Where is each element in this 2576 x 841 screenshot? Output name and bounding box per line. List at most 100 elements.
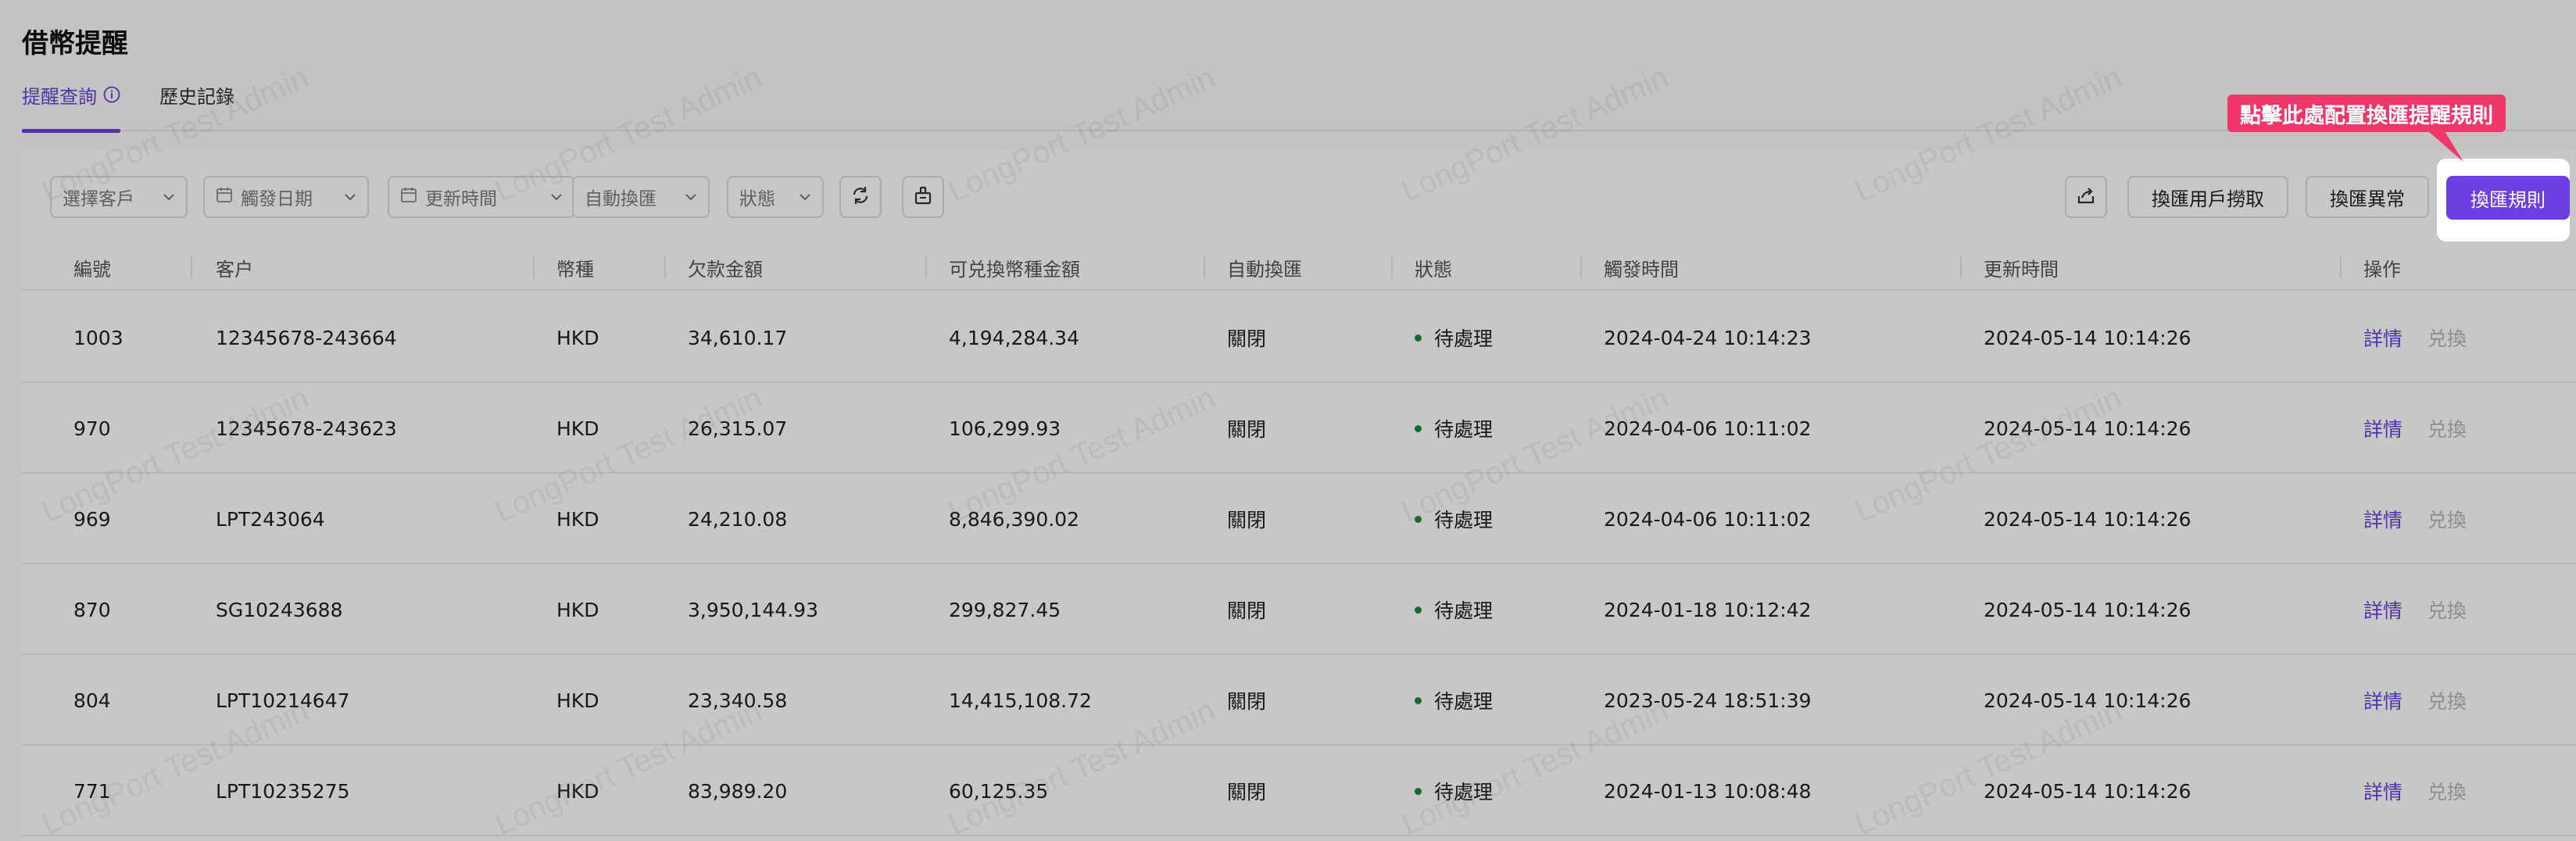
cell-debt: 24,210.08 — [688, 507, 788, 531]
cell-id: 969 — [73, 507, 111, 531]
column-divider — [1391, 256, 1393, 278]
customer-select[interactable]: 選擇客戶 — [50, 176, 188, 218]
cell-update-time: 2024-05-14 10:14:26 — [1984, 779, 2191, 803]
cell-debt: 34,610.17 — [688, 326, 788, 349]
cell-exchangeable: 60,125.35 — [949, 779, 1049, 803]
cell-trigger-time: 2024-01-13 10:08:48 — [1604, 779, 1812, 803]
cell-auto-exchange: 關閉 — [1227, 690, 1267, 713]
user-fetch-button[interactable]: 換匯用戶撈取 — [2127, 176, 2288, 218]
guide-callout: 點擊此處配置換匯提醒規則 — [2227, 95, 2506, 132]
calendar-icon — [216, 186, 233, 208]
tab-history[interactable]: 歷史記錄 — [159, 81, 234, 131]
eraser-icon — [913, 185, 933, 209]
content-card: 選擇客戶 觸發日期 更新時間 自動換匯 狀態 換匯用戶撈取 換匯異常 編號 客户… — [22, 150, 2576, 841]
cell-auto-exchange: 關閉 — [1227, 327, 1267, 350]
column-header: 客户 — [216, 258, 253, 281]
column-divider — [925, 256, 927, 278]
exchange-exception-button[interactable]: 換匯異常 — [2306, 176, 2429, 218]
calendar-icon — [400, 186, 417, 208]
column-divider — [1960, 256, 1962, 278]
status-text: 待處理 — [1434, 690, 1494, 713]
status-dot — [1415, 424, 1422, 432]
column-divider — [1204, 256, 1205, 278]
column-divider — [191, 256, 192, 278]
cell-debt: 23,340.58 — [688, 689, 788, 712]
cell-currency: HKD — [556, 598, 599, 621]
detail-link[interactable]: 詳情 — [2363, 414, 2402, 442]
column-header: 狀態 — [1415, 258, 1452, 281]
status-dot — [1415, 515, 1422, 523]
detail-link[interactable]: 詳情 — [2363, 596, 2402, 624]
cell-status: 待處理 — [1415, 292, 1493, 383]
cell-exchangeable: 8,846,390.02 — [949, 507, 1079, 531]
cell-currency: HKD — [556, 689, 599, 712]
column-divider — [533, 256, 535, 278]
auto-exchange-select[interactable]: 自動換匯 — [572, 176, 710, 218]
tab-bar: 提醒查詢 歷史記錄 — [22, 81, 2576, 133]
exchange-link[interactable]: 兑換 — [2428, 686, 2467, 714]
status-text: 待處理 — [1434, 327, 1494, 350]
cell-currency: HKD — [556, 417, 599, 440]
tab-label: 提醒查詢 — [22, 86, 97, 108]
detail-link[interactable]: 詳情 — [2363, 505, 2402, 533]
detail-link[interactable]: 詳情 — [2363, 324, 2402, 352]
tab-label: 歷史記錄 — [159, 86, 234, 108]
update-time-picker[interactable]: 更新時間 — [388, 176, 575, 218]
table-row: 970 12345678-243623 HKD 26,315.07 106,29… — [22, 383, 2576, 474]
cell-id: 970 — [73, 417, 111, 440]
clear-filters-button[interactable] — [902, 176, 944, 218]
exchange-link[interactable]: 兑換 — [2428, 505, 2467, 533]
cell-status: 待處理 — [1415, 383, 1493, 474]
status-placeholder: 狀態 — [739, 189, 775, 209]
exchange-link[interactable]: 兑換 — [2428, 414, 2467, 442]
cell-trigger-time: 2024-04-24 10:14:23 — [1604, 326, 1812, 349]
cell-status: 待處理 — [1415, 564, 1493, 655]
cell-update-time: 2024-05-14 10:14:26 — [1984, 689, 2191, 712]
trigger-date-placeholder: 觸發日期 — [241, 189, 313, 209]
cell-id: 870 — [73, 598, 111, 621]
cell-exchangeable: 106,299.93 — [949, 417, 1061, 440]
info-icon[interactable] — [103, 86, 120, 103]
export-button[interactable] — [2065, 176, 2107, 218]
status-dot — [1415, 696, 1422, 704]
table-row: 1003 12345678-243664 HKD 34,610.17 4,194… — [22, 292, 2576, 383]
cell-id: 804 — [73, 689, 111, 712]
tab-reminder-query[interactable]: 提醒查詢 — [22, 81, 120, 133]
chevron-down-icon — [344, 193, 356, 201]
column-header: 自動換匯 — [1227, 258, 1302, 281]
status-select[interactable]: 狀態 — [727, 176, 824, 218]
cell-actions: 詳情 兑換 — [2363, 655, 2467, 746]
exchange-link[interactable]: 兑換 — [2428, 324, 2467, 352]
cell-trigger-time: 2023-05-24 18:51:39 — [1604, 689, 1812, 712]
export-icon — [2076, 185, 2096, 209]
cell-update-time: 2024-05-14 10:14:26 — [1984, 507, 2191, 531]
chevron-down-icon — [685, 193, 697, 201]
status-dot — [1415, 606, 1422, 614]
table-header: 編號 客户 幣種 欠款金額 可兑換幣種金額 自動換匯 狀態 觸發時間 更新時間 … — [22, 244, 2576, 291]
chevron-down-icon — [799, 193, 811, 201]
refresh-button[interactable] — [839, 176, 882, 218]
cell-debt: 26,315.07 — [688, 417, 788, 440]
status-text: 待處理 — [1434, 509, 1494, 531]
cell-status: 待處理 — [1415, 746, 1493, 836]
cell-debt: 83,989.20 — [688, 779, 788, 803]
chevron-down-icon — [550, 193, 563, 201]
cell-id: 1003 — [73, 326, 123, 349]
detail-link[interactable]: 詳情 — [2363, 777, 2402, 805]
exchange-link[interactable]: 兑換 — [2428, 777, 2467, 805]
cell-trigger-time: 2024-04-06 10:11:02 — [1604, 507, 1812, 531]
cell-trigger-time: 2024-01-18 10:12:42 — [1604, 598, 1812, 621]
exchange-rules-button[interactable]: 換匯規則 — [2446, 176, 2570, 220]
cell-exchangeable: 14,415,108.72 — [949, 689, 1092, 712]
trigger-date-picker[interactable]: 觸發日期 — [203, 176, 369, 218]
cell-currency: HKD — [556, 507, 599, 531]
cell-actions: 詳情 兑換 — [2363, 564, 2467, 655]
column-header: 觸發時間 — [1604, 258, 1679, 281]
cell-auto-exchange: 關閉 — [1227, 599, 1267, 622]
detail-link[interactable]: 詳情 — [2363, 686, 2402, 714]
column-divider — [664, 256, 666, 278]
cell-trigger-time: 2024-04-06 10:11:02 — [1604, 417, 1812, 440]
column-header: 編號 — [73, 258, 111, 281]
exchange-link[interactable]: 兑換 — [2428, 596, 2467, 624]
column-header: 可兑換幣種金額 — [949, 258, 1080, 281]
